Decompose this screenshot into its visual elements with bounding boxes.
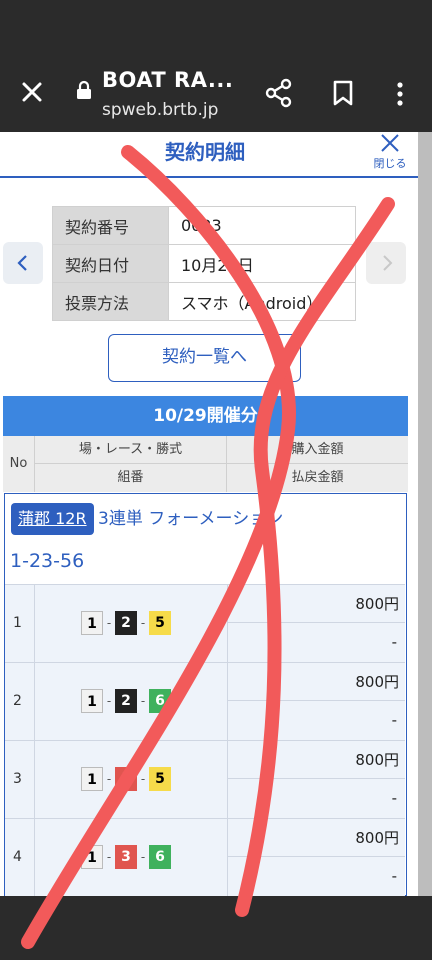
header-purchase-amount: 購入金額: [227, 436, 408, 464]
close-button[interactable]: 閉じる: [370, 132, 410, 171]
boat-number-5: 5: [149, 767, 171, 791]
info-value: スマホ（Android）: [168, 282, 356, 321]
browser-url[interactable]: spweb.brtb.jp: [102, 100, 218, 120]
boat-number-3: 3: [115, 767, 137, 791]
panel-header: 契約明細 閉じる: [0, 132, 418, 178]
info-key: 契約日付: [52, 244, 169, 283]
combination: 1-23-56: [10, 550, 85, 572]
boat-number-6: 6: [149, 845, 171, 869]
boat-number-1: 1: [81, 845, 103, 869]
page-title: 契約明細: [165, 140, 245, 164]
close-label: 閉じる: [373, 157, 407, 170]
prev-button[interactable]: [3, 242, 43, 284]
payout-amount: -: [391, 867, 397, 885]
bottom-bar: [0, 896, 432, 960]
boat-number-6: 6: [149, 689, 171, 713]
header-no: No: [3, 436, 35, 492]
browser-toolbar: BOAT RA... spweb.brtb.jp: [0, 52, 432, 132]
bookmark-icon[interactable]: [330, 79, 356, 107]
boat-number-2: 2: [115, 611, 137, 635]
table-row: 2 1 - 2 - 6 800円 -: [5, 662, 405, 740]
ticket-block: 蒲郡 12R 3連単 フォーメーション 1-23-56 1 1 - 2 - 5: [4, 493, 407, 896]
header-payout-amount: 払戻金額: [291, 470, 344, 485]
venue-race-label: 蒲郡 12R: [18, 509, 87, 528]
info-key: 投票方法: [52, 282, 169, 321]
purchase-amount: 800円: [228, 819, 405, 857]
table-row: 3 1 - 3 - 5 800円 -: [5, 740, 405, 818]
row-number: 2: [5, 663, 35, 740]
combination-cell: 1 - 2 - 6: [35, 663, 228, 740]
chevron-left-icon: [17, 255, 27, 271]
boat-number-3: 3: [115, 845, 137, 869]
ticket-rows: 1 1 - 2 - 5 800円 - 2 1 - 2 - 6 800円 - 3 …: [5, 584, 405, 896]
close-icon[interactable]: [18, 78, 46, 106]
contract-list-button[interactable]: 契約一覧へ: [108, 334, 301, 382]
purchase-amount: 800円: [228, 741, 405, 779]
combination-cell: 1 - 2 - 5: [35, 585, 228, 662]
info-value: 10月29日: [168, 244, 356, 283]
bet-type: 3連単 フォーメーション: [98, 509, 284, 529]
info-row: 投票方法 スマホ（Android）: [52, 282, 356, 321]
boat-number-1: 1: [81, 767, 103, 791]
table-header: No 場・レース・勝式 組番 購入金額 払戻金額: [3, 436, 408, 492]
payout-amount: -: [391, 789, 397, 807]
share-icon[interactable]: [264, 78, 294, 108]
lock-icon: [77, 80, 91, 99]
contract-info-table: 契約番号 0023 契約日付 10月29日 投票方法 スマホ（Android）: [52, 206, 356, 321]
combination-cell: 1 - 3 - 6: [35, 819, 228, 896]
payout-amount: -: [391, 633, 397, 651]
boat-number-1: 1: [81, 689, 103, 713]
info-row: 契約番号 0023: [52, 206, 356, 245]
info-row: 契約日付 10月29日: [52, 244, 356, 283]
status-bar: [0, 0, 432, 52]
browser-page-title: BOAT RA...: [102, 68, 234, 92]
row-number: 4: [5, 819, 35, 896]
header-combination: 組番: [35, 464, 227, 492]
purchase-amount: 800円: [228, 663, 405, 701]
combination-cell: 1 - 3 - 5: [35, 741, 228, 818]
header-venue-race-type: 場・レース・勝式: [35, 436, 227, 464]
info-value: 0023: [168, 206, 356, 245]
table-row: 1 1 - 2 - 5 800円 -: [5, 584, 405, 662]
boat-number-2: 2: [115, 689, 137, 713]
contract-detail-panel: 契約明細 閉じる 契約番号 0023 契約日付 10月29日 投票方法 スマホ（…: [0, 132, 418, 896]
boat-number-5: 5: [149, 611, 171, 635]
close-icon: [381, 134, 399, 152]
more-menu-icon[interactable]: [390, 80, 410, 108]
row-number: 1: [5, 585, 35, 662]
venue-race-link[interactable]: 蒲郡 12R: [11, 503, 94, 535]
chevron-right-icon: [383, 255, 393, 271]
table-row: 4 1 - 3 - 6 800円 -: [5, 818, 405, 896]
boat-number-1: 1: [81, 611, 103, 635]
payout-amount: -: [391, 711, 397, 729]
info-key: 契約番号: [52, 206, 169, 245]
next-button[interactable]: [366, 242, 406, 284]
background-strip: [418, 132, 432, 896]
purchase-amount: 800円: [228, 585, 405, 623]
web-page: 契約明細 閉じる 契約番号 0023 契約日付 10月29日 投票方法 スマホ（…: [0, 132, 432, 896]
race-day-band: 10/29開催分: [3, 396, 408, 436]
row-number: 3: [5, 741, 35, 818]
